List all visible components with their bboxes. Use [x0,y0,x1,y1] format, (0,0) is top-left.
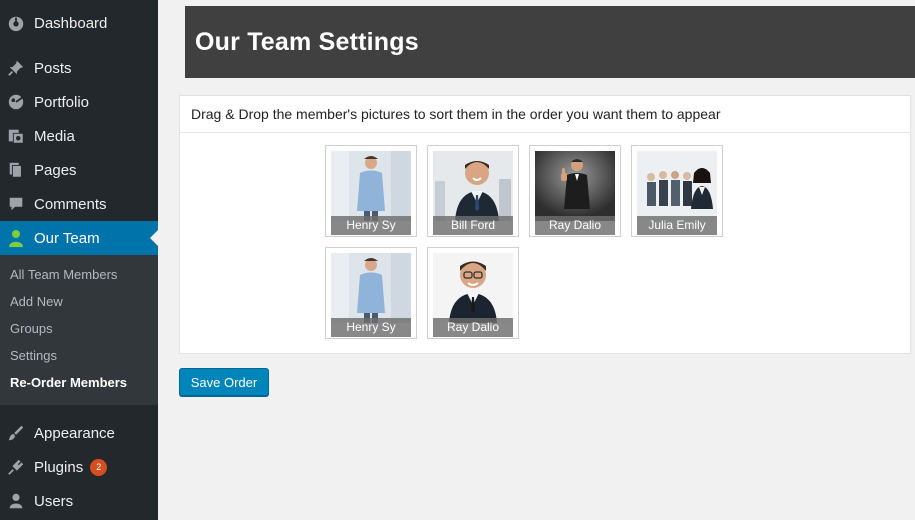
pages-icon [6,160,26,180]
member-name: Henry Sy [331,318,411,337]
user-icon [6,491,26,511]
menu-label: Our Team [34,229,100,247]
media-icon [6,126,26,146]
submenu-add-new[interactable]: Add New [10,294,63,309]
menu-label: Users [34,492,74,510]
page-title: Our Team Settings [195,28,419,56]
instructions-text: Drag & Drop the member's pictures to sor… [191,106,721,122]
menu-label: Appearance [34,424,115,442]
member-photo [331,151,411,221]
comment-icon [6,194,26,214]
member-card[interactable]: Ray Dalio [529,145,621,237]
menu-item-our-team[interactable]: Our Team [0,221,158,255]
member-card[interactable]: Julia Emily [631,145,723,237]
member-name: Bill Ford [433,216,513,235]
member-photo [331,253,411,323]
settings-header: Our Team Settings [185,6,915,78]
panel-header: Drag & Drop the member's pictures to sor… [180,96,910,133]
member-name: Julia Emily [637,216,717,235]
menu-label: Media [34,127,75,145]
menu-item-dashboard[interactable]: Dashboard [0,6,158,40]
plugin-update-badge: 2 [90,458,108,476]
submenu-settings[interactable]: Settings [10,348,57,363]
our-team-submenu: All Team Members Add New Groups Settings… [0,255,158,405]
menu-label: Dashboard [34,14,108,32]
member-card[interactable]: Ray Dalio [427,247,519,339]
menu-item-portfolio[interactable]: Portfolio [0,85,158,119]
menu-label: Portfolio [34,93,90,111]
menu-item-users[interactable]: Users [0,484,158,518]
member-photo [535,151,615,221]
menu-item-comments[interactable]: Comments [0,187,158,221]
menu-item-appearance[interactable]: Appearance [0,416,158,450]
submenu-all-team-members[interactable]: All Team Members [10,267,117,282]
menu-item-pages[interactable]: Pages [0,153,158,187]
plugin-icon [6,457,26,477]
member-card[interactable]: Henry Sy [325,145,417,237]
save-order-button[interactable]: Save Order [179,368,269,396]
menu-label: Plugins [34,458,84,476]
member-card[interactable]: Henry Sy [325,247,417,339]
menu-item-posts[interactable]: Posts [0,51,158,85]
menu-item-media[interactable]: Media [0,119,158,153]
menu-label: Posts [34,59,72,77]
member-photo [433,151,513,221]
menu-label: Pages [34,161,77,179]
reorder-panel: Drag & Drop the member's pictures to sor… [179,95,911,354]
submenu-groups[interactable]: Groups [10,321,53,336]
dashboard-icon [6,13,26,33]
menu-label: Comments [34,195,107,213]
submenu-re-order-members[interactable]: Re-Order Members [10,375,127,390]
portfolio-icon [6,92,26,112]
admin-sidebar: Dashboard Posts Portfolio Media Pages Co… [0,0,158,520]
member-name: Ray Dalio [433,318,513,337]
member-name: Henry Sy [331,216,411,235]
member-name: Ray Dalio [535,216,615,235]
member-photo [433,253,513,323]
menu-item-plugins[interactable]: Plugins 2 [0,450,158,484]
paintbrush-icon [6,423,26,443]
member-photo [637,151,717,221]
person-icon [6,228,26,248]
member-card[interactable]: Bill Ford [427,145,519,237]
pushpin-icon [6,58,26,78]
